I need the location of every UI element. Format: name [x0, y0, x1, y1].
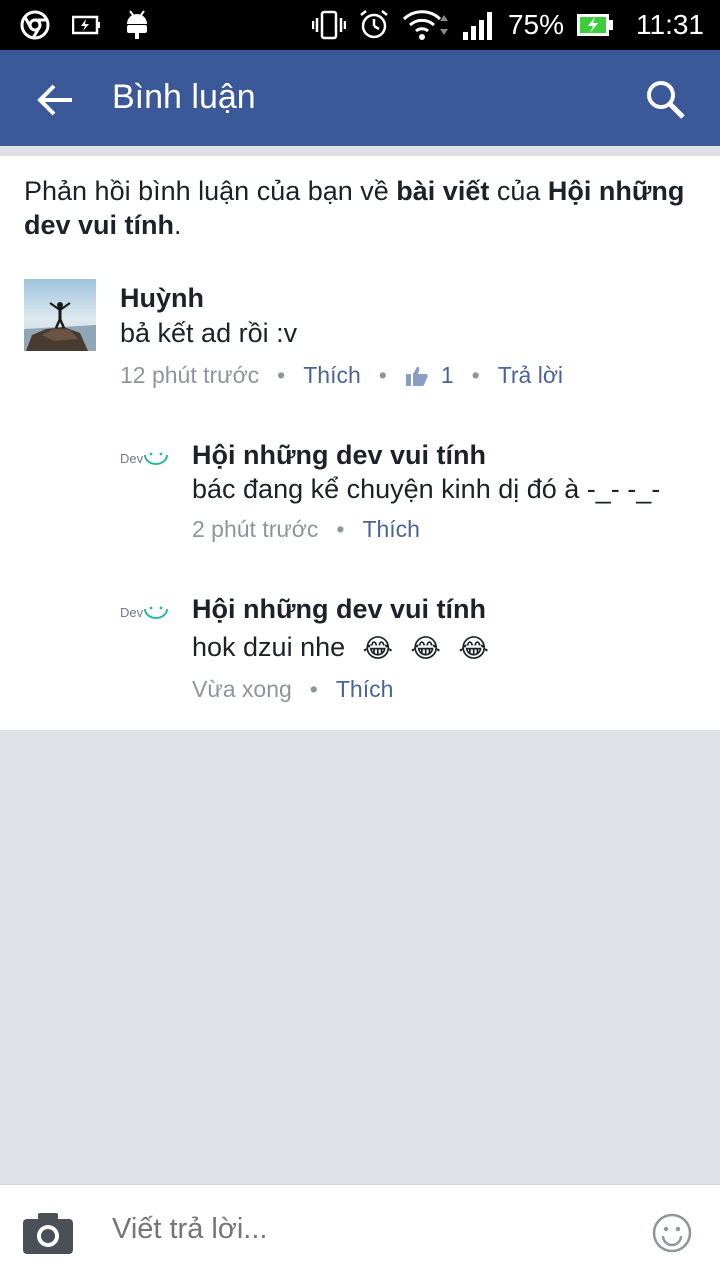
- avatar[interactable]: Dev: [120, 600, 176, 624]
- chrome-icon: [20, 10, 50, 40]
- laughing-emoji-icon: 😂: [410, 633, 441, 664]
- logo-text: Dev: [120, 450, 144, 466]
- divider: [0, 146, 720, 156]
- like-button[interactable]: Thích: [362, 516, 420, 543]
- logo-text: Dev: [120, 604, 144, 620]
- reply-composer: [0, 1184, 720, 1281]
- smile-logo-icon: [144, 606, 169, 619]
- comment-time: Vừa xong: [192, 676, 292, 702]
- like-button[interactable]: Thích: [303, 362, 361, 389]
- clock: 11:31: [636, 9, 704, 40]
- alarm-icon: [360, 10, 388, 39]
- laughing-emoji-icon: 😂: [362, 633, 394, 664]
- arrow-left-icon[interactable]: [36, 80, 76, 120]
- camera-icon[interactable]: [22, 1211, 74, 1255]
- comment-meta: Vừa xong • Thích: [192, 676, 393, 703]
- comment-author[interactable]: Huỳnh: [120, 283, 204, 314]
- comment-text: bác đang kể chuyện kinh dị đó à -_- -_-: [192, 474, 661, 504]
- battery-percent: 75%: [507, 9, 564, 40]
- vibrate-icon: [311, 10, 346, 40]
- avatar[interactable]: [24, 279, 96, 351]
- separator-dot: •: [277, 362, 286, 388]
- reply-button[interactable]: Trả lời: [498, 362, 563, 389]
- search-icon[interactable]: [644, 78, 688, 122]
- like-button[interactable]: Thích: [336, 676, 394, 703]
- comment-text: bả kết ad rồi :v: [120, 318, 298, 348]
- comment-author[interactable]: Hội những dev vui tính: [192, 440, 486, 471]
- battery-charging-icon: [577, 14, 613, 36]
- comment-time: 2 phút trước: [192, 516, 319, 542]
- separator-dot: •: [378, 362, 387, 388]
- comment-author[interactable]: Hội những dev vui tính: [192, 594, 486, 625]
- status-bar: 75% 11:31: [0, 0, 720, 50]
- avatar[interactable]: Dev: [120, 446, 176, 470]
- thread-header: Phản hồi bình luận của bạn về bài viết c…: [24, 176, 685, 240]
- smiley-icon[interactable]: [652, 1213, 692, 1253]
- post-link[interactable]: bài viết: [396, 176, 489, 206]
- app-bar: Bình luận: [0, 50, 720, 146]
- comment-meta: 2 phút trước • Thích: [192, 516, 420, 543]
- smile-logo-icon: [144, 452, 169, 465]
- wifi-icon: [402, 10, 448, 40]
- comment-thread: Phản hồi bình luận của bạn về bài viết c…: [0, 156, 720, 730]
- laughing-emoji-icon: 😂: [458, 633, 489, 664]
- separator-dot: •: [471, 362, 480, 388]
- like-count: 1: [440, 362, 454, 388]
- android-icon: [127, 10, 147, 39]
- comment-meta: 12 phút trước • Thích • 1 • Trả lời: [120, 362, 563, 389]
- battery-saver-icon: [72, 15, 100, 35]
- comment-time: 12 phút trước: [120, 362, 260, 388]
- separator-dot: •: [309, 676, 318, 702]
- thumbs-up-icon: [405, 366, 428, 386]
- comment-text: hok dzui nhe 😂 😂 😂: [192, 632, 489, 664]
- page-title: Bình luận: [112, 78, 256, 116]
- reply-input[interactable]: [112, 1213, 592, 1246]
- signal-icon: [462, 12, 492, 40]
- separator-dot: •: [336, 516, 345, 542]
